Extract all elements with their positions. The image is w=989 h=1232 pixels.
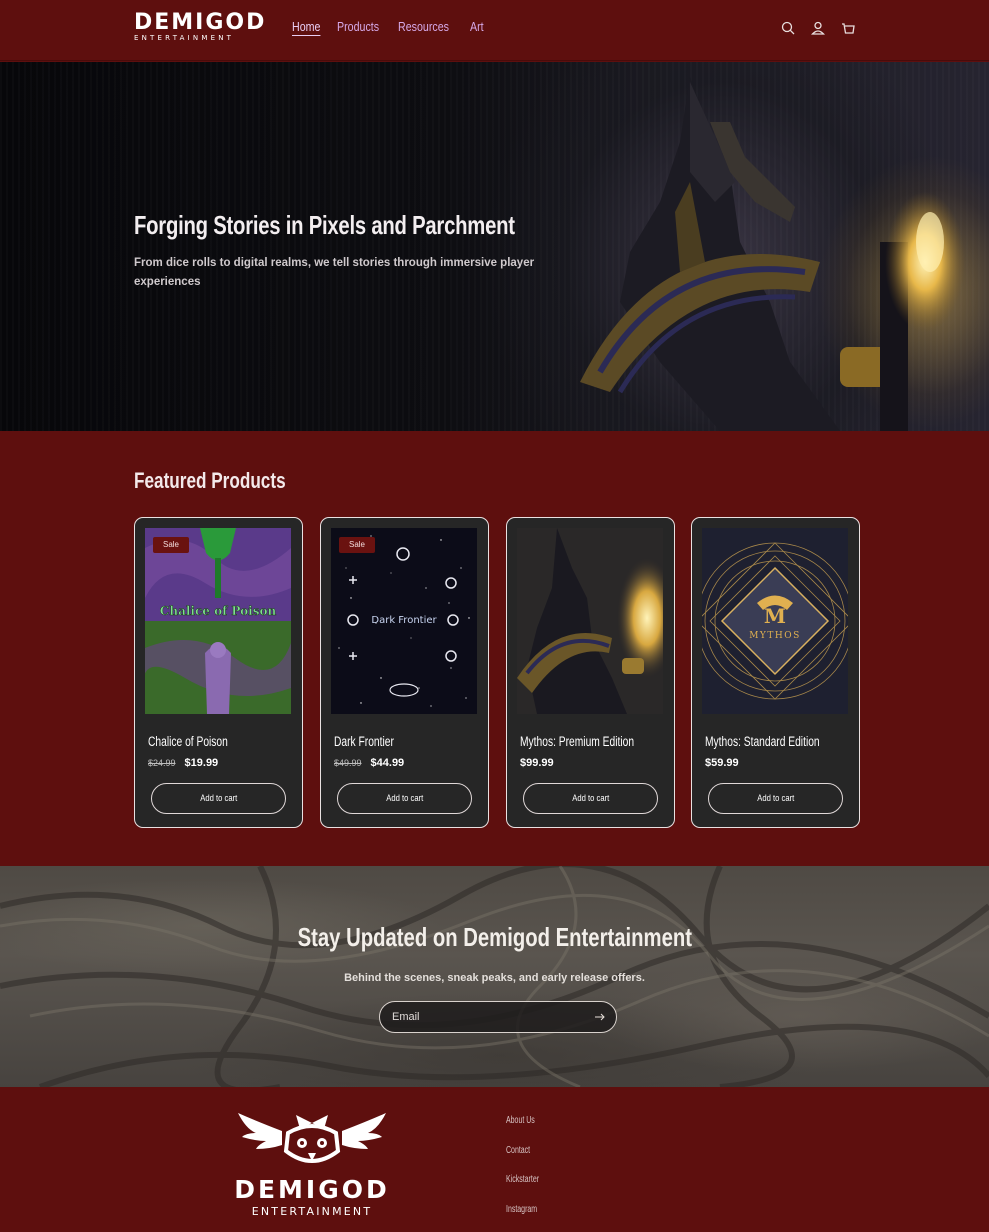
footer-link-contact[interactable]: Contact	[506, 1145, 539, 1175]
chalice-artwork: Chalice of Poison	[145, 528, 291, 714]
logo-tagline: ENTERTAINMENT	[134, 34, 235, 42]
product-price: $49.99 $44.99	[334, 757, 404, 769]
footer-link-instagram[interactable]: Instagram	[506, 1204, 539, 1232]
footer-logo[interactable]: DEMIGOD ENTERTAINMENT	[216, 1111, 408, 1221]
footer-links: About Us Contact Kickstarter Instagram	[506, 1115, 553, 1232]
mythos-standard-artwork: M MYTHOS	[702, 528, 848, 714]
header-icons	[780, 19, 856, 37]
product-name[interactable]: Chalice of Poison	[148, 734, 228, 749]
chalice-art-title: Chalice of Poison	[160, 604, 277, 618]
nav-link-art[interactable]: Art	[470, 19, 484, 34]
nav-link-home[interactable]: Home	[292, 19, 320, 34]
mythos-premium-artwork	[517, 528, 663, 714]
newsletter-title: Stay Updated on Demigod Entertainment	[0, 922, 989, 953]
dark-frontier-art-title: Dark Frontier	[371, 615, 437, 626]
site-header: DEMIGOD ENTERTAINMENT Home Products Reso…	[0, 0, 989, 61]
account-icon[interactable]	[810, 19, 826, 37]
add-to-cart-button[interactable]: Add to cart	[337, 783, 472, 814]
product-image-dark-frontier[interactable]: Dark Frontier Sale	[331, 528, 477, 714]
sale-badge: Sale	[153, 537, 189, 553]
product-price: $99.99	[520, 757, 554, 769]
add-to-cart-button[interactable]: Add to cart	[708, 783, 843, 814]
nav-link-resources[interactable]: Resources	[398, 19, 449, 34]
hero-banner: Forging Stories in Pixels and Parchment …	[0, 62, 989, 431]
logo-name: DEMIGOD	[134, 10, 267, 35]
owl-wings-logo-icon	[238, 1113, 386, 1163]
product-image-mythos-standard[interactable]: M MYTHOS	[702, 528, 848, 714]
site-footer: DEMIGOD ENTERTAINMENT About Us Contact K…	[0, 1087, 989, 1232]
featured-products-title: Featured Products	[134, 468, 286, 493]
header-logo[interactable]: DEMIGOD ENTERTAINMENT	[134, 12, 268, 46]
price-sale: $19.99	[184, 757, 219, 769]
mythos-art-title: MYTHOS	[749, 631, 801, 641]
newsletter-title-text: Stay Updated on Demigod Entertainment	[297, 922, 692, 952]
product-name[interactable]: Dark Frontier	[334, 734, 394, 749]
price-original: $49.99	[334, 758, 362, 768]
product-name[interactable]: Mythos: Standard Edition	[705, 734, 820, 749]
footer-link-kickstarter[interactable]: Kickstarter	[506, 1174, 539, 1204]
product-card-mythos-premium[interactable]: Mythos: Premium Edition $99.99 Add to ca…	[506, 517, 675, 828]
product-price: $59.99	[705, 757, 739, 769]
footer-logo-tagline: ENTERTAINMENT	[251, 1205, 373, 1218]
product-card-chalice-of-poison[interactable]: Chalice of Poison Sale Chalice of Poison…	[134, 517, 303, 828]
hero-title: Forging Stories in Pixels and Parchment	[134, 210, 515, 240]
add-to-cart-button[interactable]: Add to cart	[151, 783, 286, 814]
price-regular: $99.99	[520, 757, 554, 769]
price-regular: $59.99	[705, 757, 739, 769]
email-field-wrapper	[379, 1001, 617, 1033]
price-original: $24.99	[148, 758, 176, 768]
add-to-cart-button[interactable]: Add to cart	[523, 783, 658, 814]
add-to-cart-label: Add to cart	[756, 793, 795, 803]
dark-frontier-artwork: Dark Frontier	[331, 528, 477, 714]
anubis-illustration	[580, 77, 965, 431]
footer-logo-name: DEMIGOD	[234, 1175, 390, 1204]
newsletter-subtitle: Behind the scenes, sneak peaks, and earl…	[344, 972, 645, 984]
nav-link-products[interactable]: Products	[337, 19, 379, 34]
sale-badge: Sale	[339, 537, 375, 553]
newsletter-section: Stay Updated on Demigod Entertainment Be…	[0, 866, 989, 1087]
hero-subtitle: From dice rolls to digital realms, we te…	[134, 257, 535, 288]
search-icon[interactable]	[780, 19, 796, 37]
product-image-mythos-premium[interactable]	[517, 528, 663, 714]
add-to-cart-label: Add to cart	[571, 793, 610, 803]
add-to-cart-label: Add to cart	[199, 793, 238, 803]
svg-text:M: M	[764, 604, 786, 628]
footer-link-about[interactable]: About Us	[506, 1115, 539, 1145]
add-to-cart-label: Add to cart	[385, 793, 424, 803]
arrow-right-icon[interactable]	[594, 1011, 606, 1023]
product-card-mythos-standard[interactable]: M MYTHOS Mythos: Standard Edition $59.99…	[691, 517, 860, 828]
product-name[interactable]: Mythos: Premium Edition	[520, 734, 634, 749]
cart-icon[interactable]	[840, 19, 856, 37]
email-input[interactable]	[392, 1008, 582, 1026]
main-nav: Home Products Resources Art	[292, 19, 484, 34]
product-card-dark-frontier[interactable]: Dark Frontier Sale Dark Frontier $49.99 …	[320, 517, 489, 828]
product-price: $24.99 $19.99	[148, 757, 218, 769]
product-image-chalice-of-poison[interactable]: Chalice of Poison Sale	[145, 528, 291, 714]
price-sale: $44.99	[370, 757, 405, 769]
